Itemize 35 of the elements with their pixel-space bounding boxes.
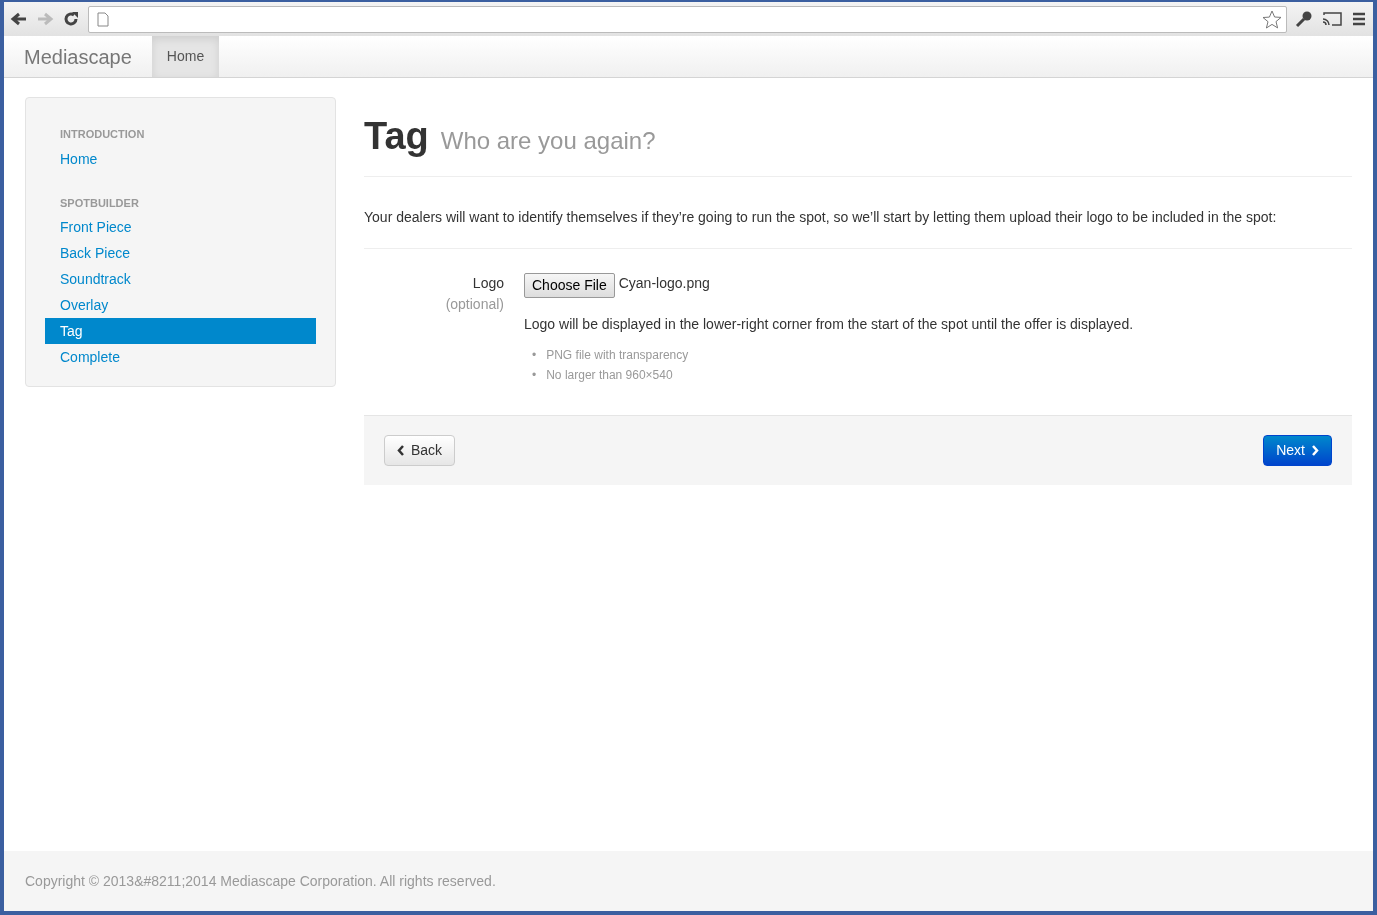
file-name: Cyan-logo.png	[618, 273, 710, 293]
sidebar-link[interactable]: Home	[45, 145, 316, 172]
choose-file-button[interactable]: Choose File	[524, 272, 615, 298]
chevron-left-icon	[397, 444, 405, 456]
bullet-mark: •	[532, 346, 537, 364]
page-icon	[97, 11, 109, 27]
sidebar-link[interactable]: Complete	[45, 344, 316, 370]
back-button[interactable]: Back	[384, 434, 456, 466]
menu-icon[interactable]	[1351, 12, 1367, 26]
requirement-item: No larger than 960×540	[546, 366, 673, 384]
back-icon[interactable]	[10, 11, 28, 27]
next-button[interactable]: Next	[1263, 434, 1332, 466]
page-title: Tag	[364, 114, 429, 159]
star-icon[interactable]	[1262, 9, 1282, 29]
field-hint: (optional)	[445, 294, 504, 314]
chevron-right-icon	[1311, 444, 1319, 456]
reload-icon[interactable]	[62, 10, 80, 28]
field-label: Logo	[472, 273, 504, 293]
help-text: Logo will be displayed in the lower-right corner from the start of the spot until the offer is displayed.	[524, 314, 1134, 334]
brand-name[interactable]: Mediascape	[24, 41, 132, 72]
bullet-mark: •	[532, 366, 537, 384]
sidebar-link[interactable]: Tag	[45, 318, 316, 344]
sidebar-link[interactable]: Front Piece	[45, 214, 316, 240]
intro-text: Your dealers will want to identify themselves if they’re going to run the spot, so we’ll start by letting them upload their logo to be included in the spot:	[364, 176, 1352, 249]
requirement-item: PNG file with transparency	[546, 346, 689, 364]
sidebar-heading: INTRODUCTION	[59, 127, 146, 142]
sidebar-heading: SPOTBUILDER	[59, 195, 140, 211]
sidebar-link[interactable]: Overlay	[45, 292, 316, 318]
nav-link[interactable]: Home	[151, 36, 220, 77]
copyright-text: Copyright © 2013&#8211;2014 Mediascape Corporation. All rights reserved.	[25, 871, 496, 891]
page-subtitle: Who are you again?	[440, 126, 656, 156]
wrench-icon[interactable]	[1295, 10, 1313, 28]
sidebar-link[interactable]: Soundtrack	[45, 266, 316, 292]
cast-icon[interactable]	[1321, 11, 1343, 27]
sidebar-link[interactable]: Back Piece	[45, 240, 316, 266]
